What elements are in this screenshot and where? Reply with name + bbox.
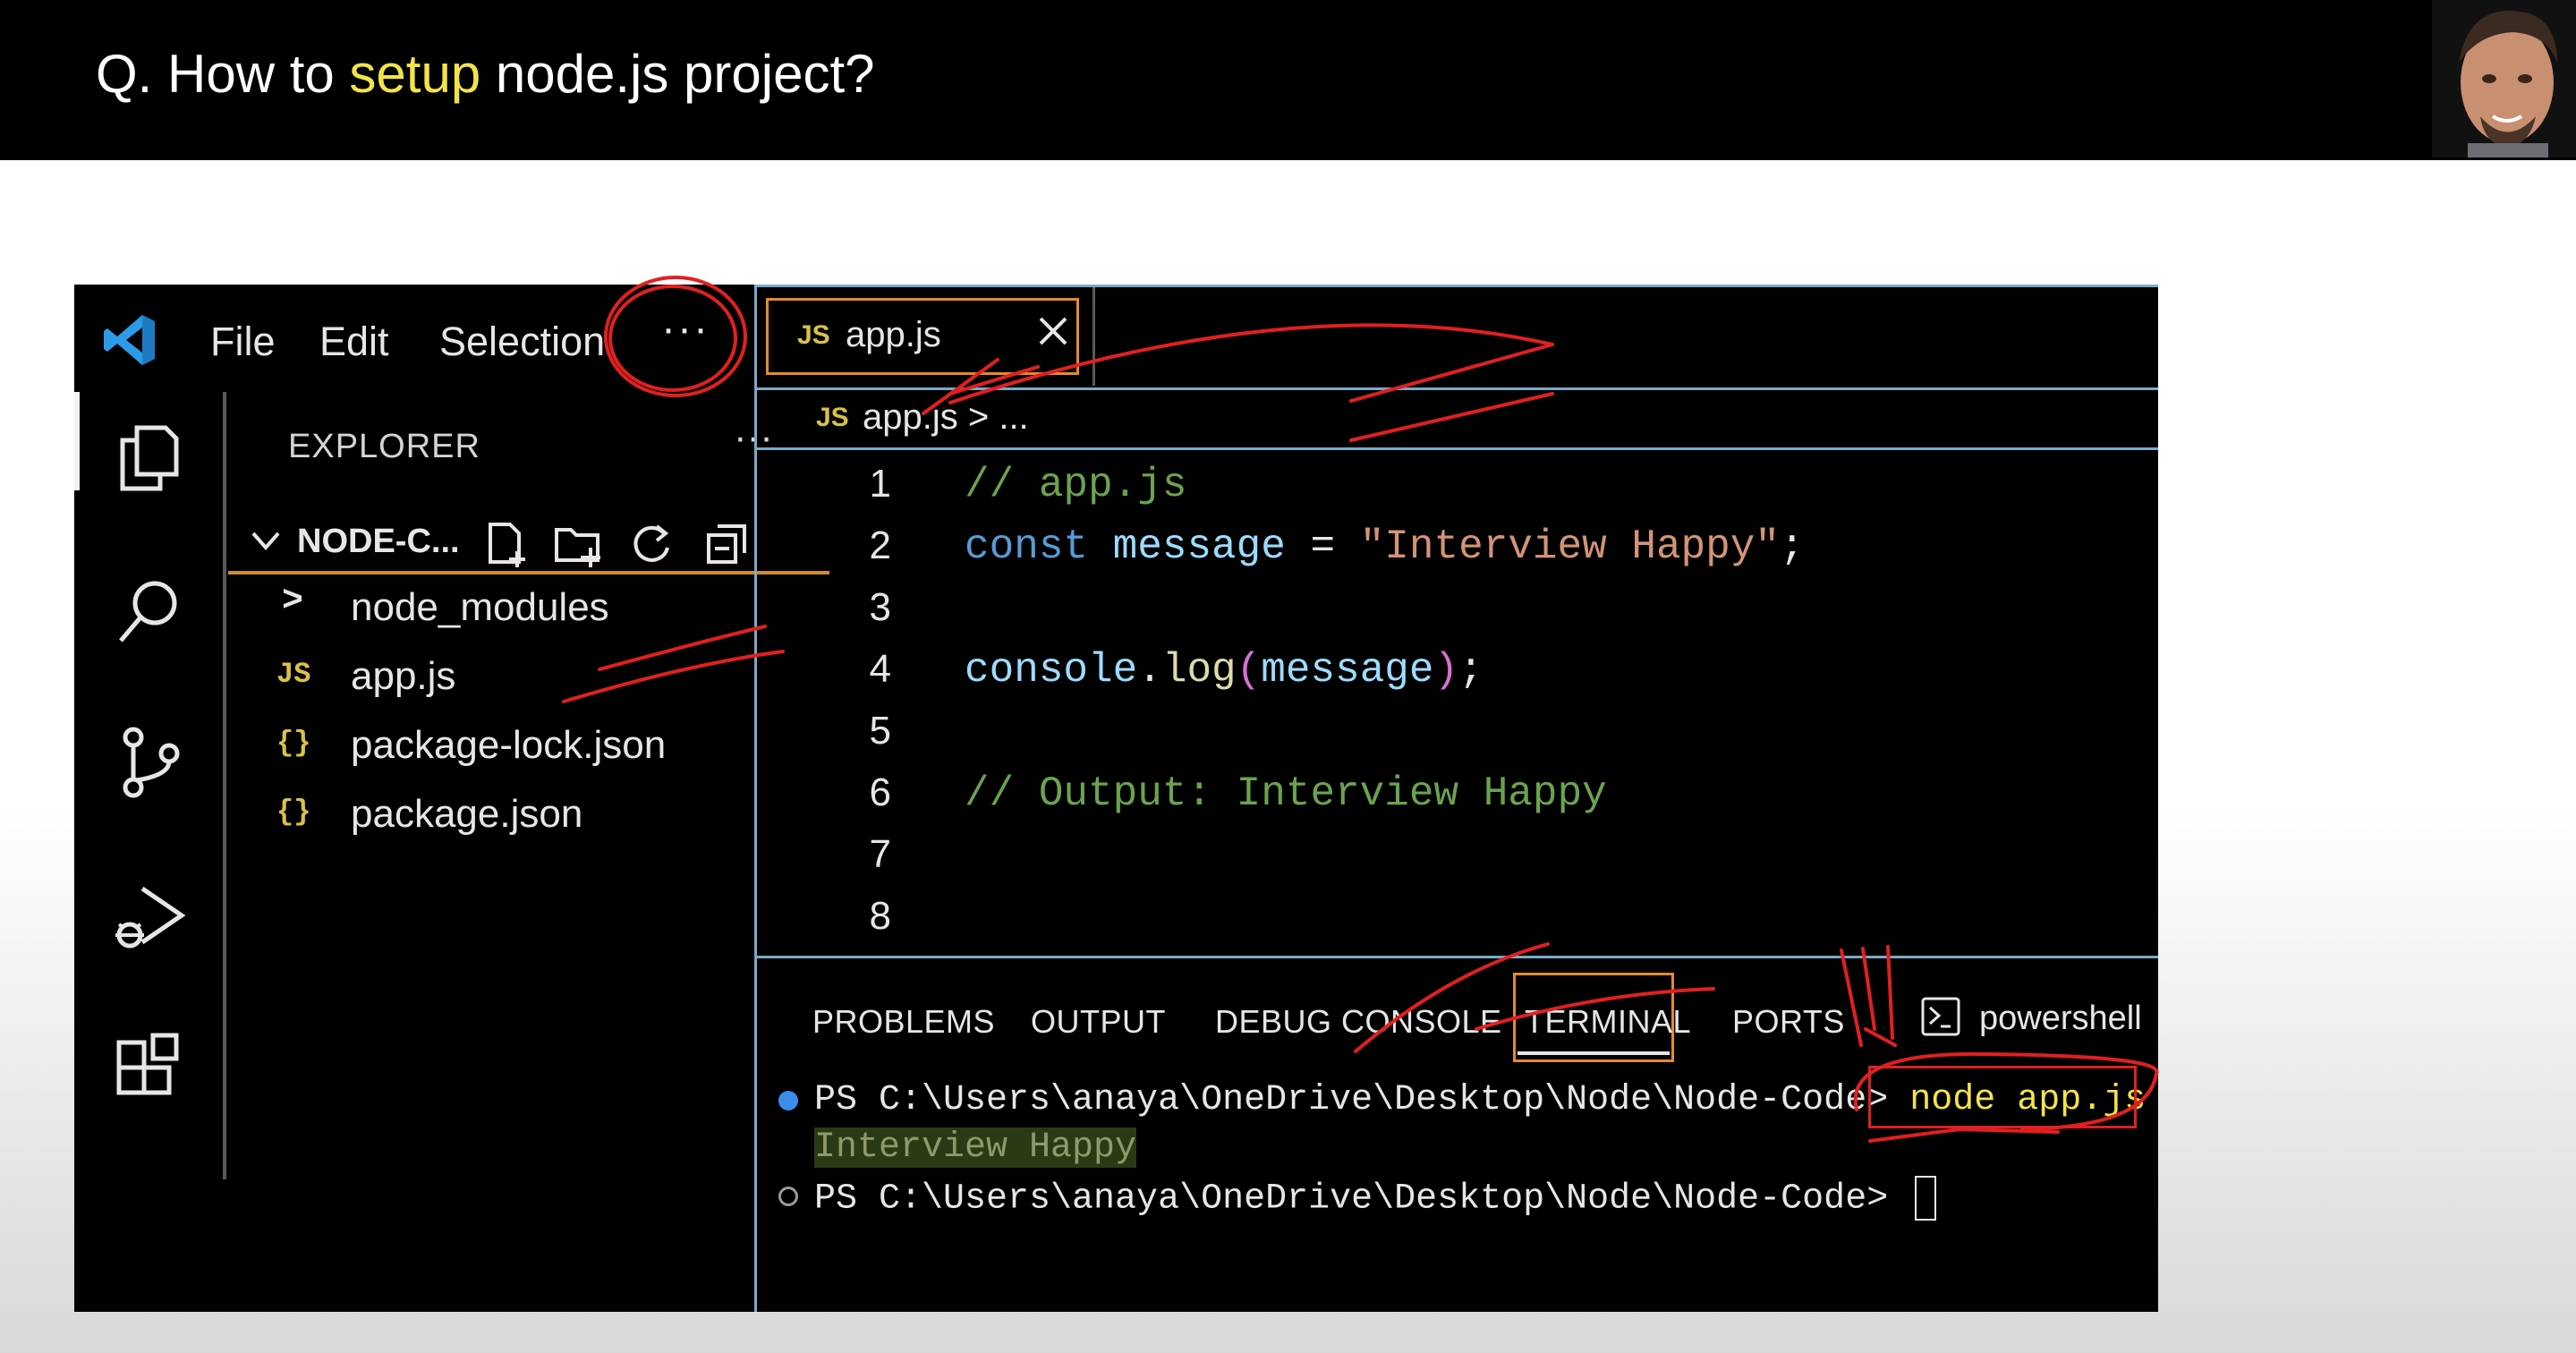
code-line: 4 console.log(message); <box>757 640 2158 701</box>
line-number: 2 <box>869 523 891 567</box>
line-number: 6 <box>869 770 891 814</box>
breadcrumb: JS app.js > ... <box>757 388 2158 450</box>
code-line: 1 // app.js <box>757 455 2158 515</box>
menu-file[interactable]: File <box>210 319 276 365</box>
tab-terminal[interactable]: TERMINAL <box>1525 1003 1691 1041</box>
collapse-all-icon[interactable] <box>703 521 752 569</box>
status-dot-icon <box>778 1091 798 1110</box>
tab-app-js[interactable]: JS app.js <box>766 298 1079 375</box>
tab-label: app.js <box>846 315 941 354</box>
explorer-sidebar: EXPLORER ··· NODE-C... > node_modules JS… <box>228 392 829 1312</box>
code-text: // app.js <box>965 462 1187 508</box>
output-text: Interview Happy <box>814 1128 1137 1168</box>
tree-item-label: app.js <box>351 654 456 698</box>
terminal-line: PS C:\Users\anaya\OneDrive\Desktop\Node\… <box>757 1066 2158 1128</box>
title-highlight: setup <box>349 44 481 104</box>
menu-selection[interactable]: Selection <box>439 319 605 365</box>
code-text: const message = "Interview Happy"; <box>965 523 1805 570</box>
status-dot-icon <box>778 1187 798 1206</box>
json-file-icon: {} <box>276 727 311 760</box>
terminal-line: Interview Happy <box>757 1124 2158 1172</box>
title-suffix: node.js project? <box>480 44 875 104</box>
tab-bar: JS app.js <box>757 285 2158 390</box>
prompt-path: PS C:\Users\anaya\OneDrive\Desktop\Node\… <box>814 1179 1889 1220</box>
code-line: 8 <box>757 887 2158 948</box>
tree-item-package-lock[interactable]: {} package-lock.json <box>246 718 783 775</box>
code-line: 6 // Output: Interview Happy <box>757 763 2158 824</box>
prompt-path: PS C:\Users\anaya\OneDrive\Desktop\Node\… <box>814 1080 1889 1120</box>
activity-bar <box>74 392 228 1312</box>
code-line: 2 const message = "Interview Happy"; <box>757 516 2158 577</box>
code-line: 3 <box>757 578 2158 639</box>
line-number: 1 <box>869 462 891 506</box>
tab-debug-console[interactable]: DEBUG CONSOLE <box>1215 1003 1502 1041</box>
tree-item-label: package-lock.json <box>351 723 667 767</box>
line-number: 7 <box>869 832 891 876</box>
tree-item-node-modules[interactable]: > node_modules <box>246 580 783 637</box>
line-number: 5 <box>869 709 891 753</box>
json-file-icon: {} <box>276 796 311 829</box>
shell-name[interactable]: powershell <box>1979 1000 2142 1038</box>
new-folder-icon[interactable] <box>553 521 603 569</box>
tab-problems[interactable]: PROBLEMS <box>812 1003 995 1041</box>
code-editor[interactable]: 1 // app.js 2 const message = "Interview… <box>757 455 2158 956</box>
presenter-avatar <box>2432 0 2576 157</box>
close-icon[interactable] <box>1035 313 1071 349</box>
slide-header: Q. How to setup node.js project? <box>0 0 2576 160</box>
slide-title: Q. How to setup node.js project? <box>96 43 874 105</box>
js-file-icon: JS <box>276 658 311 691</box>
folder-focus-line <box>228 571 829 574</box>
menu-more-icon[interactable]: ··· <box>661 304 710 353</box>
refresh-icon[interactable] <box>628 521 676 569</box>
code-line: 7 <box>757 825 2158 886</box>
terminal-output: Interview Happy <box>814 1128 1137 1168</box>
line-number: 3 <box>869 585 891 629</box>
folder-header[interactable]: NODE-C... <box>237 514 828 571</box>
tab-ports[interactable]: PORTS <box>1732 1003 1845 1041</box>
code-line: 5 <box>757 702 2158 762</box>
code-text: // Output: Interview Happy <box>965 770 1607 817</box>
terminal-shell-icon[interactable] <box>1920 996 1961 1037</box>
js-file-icon: JS <box>797 320 830 350</box>
explorer-files-icon[interactable] <box>110 419 189 498</box>
folder-name: NODE-C... <box>297 523 460 560</box>
active-tab-underline <box>1518 1051 1670 1055</box>
chevron-right-icon: > <box>282 582 304 622</box>
search-icon[interactable] <box>110 571 189 650</box>
source-control-icon[interactable] <box>110 723 189 802</box>
js-file-icon: JS <box>816 403 849 432</box>
menu-bar: File Edit Selection ··· <box>74 285 754 392</box>
active-indicator <box>74 392 80 490</box>
terminal-line: PS C:\Users\anaya\OneDrive\Desktop\Node\… <box>757 1172 2158 1221</box>
run-debug-icon[interactable] <box>110 880 189 958</box>
explorer-title: EXPLORER <box>288 428 480 465</box>
line-number: 8 <box>869 894 891 938</box>
extensions-icon[interactable] <box>110 1032 189 1110</box>
title-prefix: Q. How to <box>96 44 350 104</box>
editor-area: JS app.js JS app.js > ... 1 // app.js 2 … <box>754 285 2158 1312</box>
code-text: console.log(message); <box>965 647 1484 694</box>
tree-item-label: node_modules <box>351 585 609 629</box>
vscode-window: File Edit Selection ··· EXPLORER ··· NOD… <box>74 285 2158 1312</box>
tree-item-package-json[interactable]: {} package.json <box>246 787 783 844</box>
bottom-panel: PROBLEMS OUTPUT DEBUG CONSOLE TERMINAL P… <box>757 956 2158 1312</box>
vscode-logo-icon <box>104 315 155 365</box>
chevron-down-icon <box>251 532 280 551</box>
line-number: 4 <box>869 647 891 691</box>
tab-output[interactable]: OUTPUT <box>1031 1003 1166 1041</box>
terminal-cursor <box>1915 1176 1937 1221</box>
menu-edit[interactable]: Edit <box>319 319 389 365</box>
tree-item-label: package.json <box>351 792 583 836</box>
tab-divider <box>1092 287 1095 386</box>
tree-item-app-js[interactable]: JS app.js <box>246 649 783 706</box>
breadcrumb-path[interactable]: app.js > ... <box>863 397 1029 438</box>
command-highlight-box <box>1868 1066 2137 1128</box>
activity-border <box>223 392 226 1179</box>
new-file-icon[interactable] <box>483 521 531 569</box>
terminal-prompt[interactable]: PS C:\Users\anaya\OneDrive\Desktop\Node\… <box>814 1176 1937 1221</box>
